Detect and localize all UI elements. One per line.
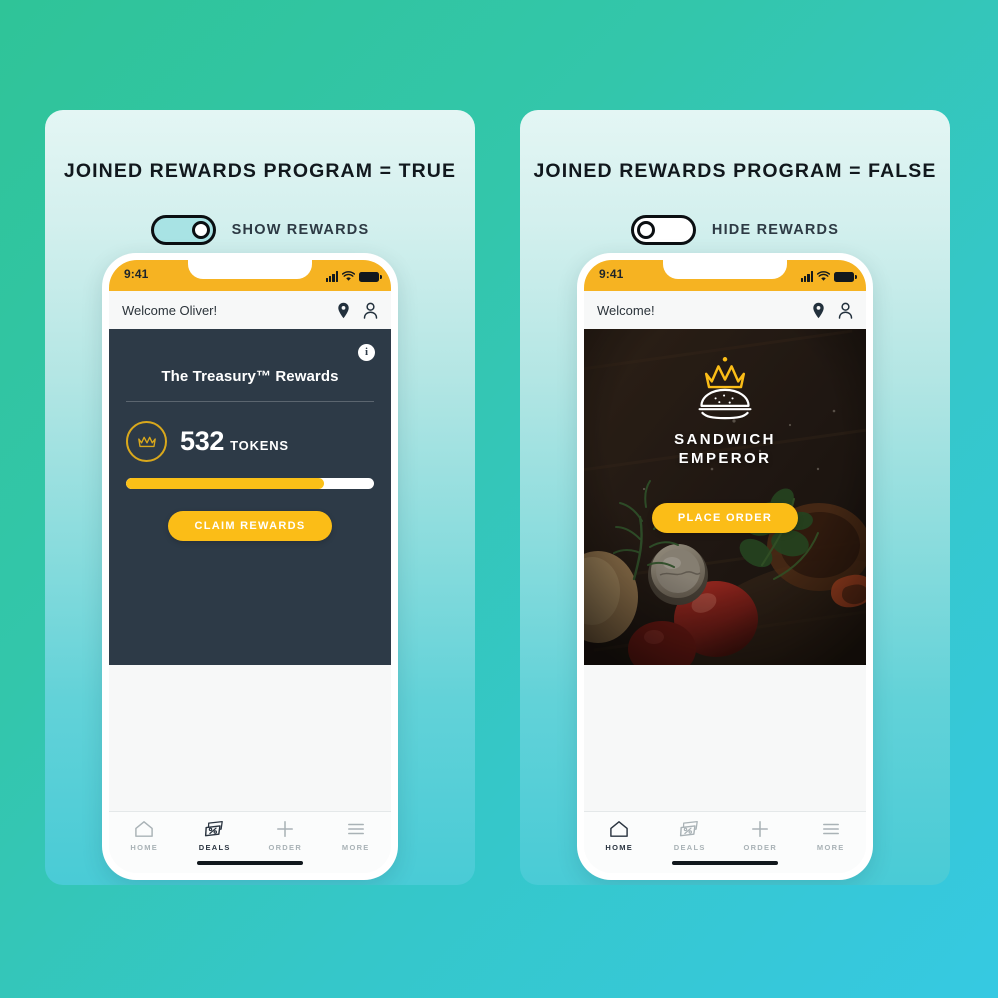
tab-deals[interactable]: DEALS [180,820,251,852]
hero-banner: SANDWICH EMPEROR PLACE ORDER [584,329,866,665]
location-pin-icon[interactable] [337,302,350,319]
tab-more-label: MORE [816,843,845,852]
welcome-text: Welcome Oliver! [122,302,218,318]
token-unit: TOKENS [230,438,289,453]
show-rewards-label: SHOW REWARDS [231,222,370,238]
brand-line-2: EMPEROR [678,450,772,468]
burger-icon [698,388,752,420]
content-placeholder-left [109,665,391,811]
rewards-progress-fill [126,478,325,489]
menu-icon [347,823,364,835]
tab-more[interactable]: MORE [796,820,867,852]
card-title-false: JOINED REWARDS PROGRAM = FALSE [533,160,937,182]
hero-content: SANDWICH EMPEROR [584,329,866,665]
tab-home[interactable]: HOME [109,820,180,852]
token-value-group: 532 TOKENS [180,426,289,457]
home-indicator-left[interactable] [197,860,303,865]
phone-screen-hero: 9:41 Welcome! SANDWICH EMPEROR PLACE ORD… [584,260,866,873]
card-title-true: JOINED REWARDS PROGRAM = TRUE [63,160,457,182]
token-count: 532 [180,426,225,456]
comparison-stage: JOINED REWARDS PROGRAM = TRUE SHOW REWAR… [0,0,998,998]
status-icons [800,268,857,282]
phone-screen-rewards: 9:41 Welcome Oliver! i The Treasury™ Rew… [109,260,391,873]
tab-more[interactable]: MORE [321,820,392,852]
status-time: 9:41 [599,267,624,281]
location-pin-icon[interactable] [812,302,825,319]
place-order-button[interactable]: PLACE ORDER [651,503,799,533]
battery-icon [359,272,382,282]
status-time: 9:41 [124,267,149,281]
plus-icon [277,821,294,837]
home-icon [610,821,629,837]
menu-icon [822,823,839,835]
signal-bars-icon [800,271,813,282]
person-icon[interactable] [363,302,378,319]
info-icon[interactable]: i [358,344,375,361]
person-icon[interactable] [838,302,853,319]
rewards-progress-bar [126,478,374,489]
rewards-title: The Treasury™ Rewards [161,368,339,385]
place-order-wrap: PLACE ORDER [584,503,866,533]
phone-notch [188,260,312,279]
toggle-row-false: HIDE REWARDS [520,215,950,245]
welcome-text: Welcome! [597,302,655,318]
app-header-rewards: Welcome Oliver! [109,291,391,329]
header-icons [812,302,853,319]
home-icon [135,821,154,837]
toggle-knob [191,221,210,239]
content-placeholder-right [584,665,866,811]
tab-more-label: MORE [341,843,370,852]
rewards-divider [126,401,374,402]
tab-deals[interactable]: DEALS [655,820,726,852]
home-indicator-right[interactable] [672,860,778,865]
tab-deals-label: DEALS [198,843,231,852]
battery-icon [834,272,857,282]
claim-rewards-button[interactable]: CLAIM REWARDS [168,511,332,541]
wifi-icon [342,271,355,281]
deals-tag-icon [679,820,698,837]
card-rewards-true: JOINED REWARDS PROGRAM = TRUE SHOW REWAR… [45,110,475,885]
tab-order-label: ORDER [743,843,778,852]
tab-order-label: ORDER [268,843,303,852]
phone-mockup-hero: 9:41 Welcome! SANDWICH EMPEROR PLACE ORD… [577,253,873,880]
token-row: 532 TOKENS [126,421,374,462]
status-bar: 9:41 [584,260,866,291]
signal-bars-icon [325,271,338,282]
hide-rewards-label: HIDE REWARDS [711,222,840,238]
crown-burger-logo [698,357,752,420]
show-rewards-toggle[interactable] [150,215,216,245]
status-bar: 9:41 [109,260,391,291]
brand-line-1: SANDWICH [674,431,776,448]
tab-order[interactable]: ORDER [725,820,796,852]
phone-mockup-rewards: 9:41 Welcome Oliver! i The Treasury™ Rew… [102,253,398,880]
toggle-row-true: SHOW REWARDS [45,215,475,245]
rewards-panel: i The Treasury™ Rewards 532 TOKENS CLAIM… [109,329,391,665]
hide-rewards-toggle[interactable] [630,215,696,245]
crown-icon [704,357,746,389]
toggle-knob [636,221,655,239]
phone-notch [663,260,787,279]
app-header-hero: Welcome! [584,291,866,329]
claim-rewards-wrap: CLAIM REWARDS [126,511,374,541]
tab-home-label: HOME [605,843,634,852]
tab-deals-label: DEALS [673,843,706,852]
wifi-icon [817,271,830,281]
brand-name: SANDWICH EMPEROR [674,430,776,468]
tab-home-label: HOME [130,843,159,852]
plus-icon [752,821,769,837]
crown-icon [126,421,167,462]
deals-tag-icon [204,820,223,837]
header-icons [337,302,378,319]
tab-order[interactable]: ORDER [250,820,321,852]
card-rewards-false: JOINED REWARDS PROGRAM = FALSE HIDE REWA… [520,110,950,885]
status-icons [325,268,382,282]
tab-home[interactable]: HOME [584,820,655,852]
